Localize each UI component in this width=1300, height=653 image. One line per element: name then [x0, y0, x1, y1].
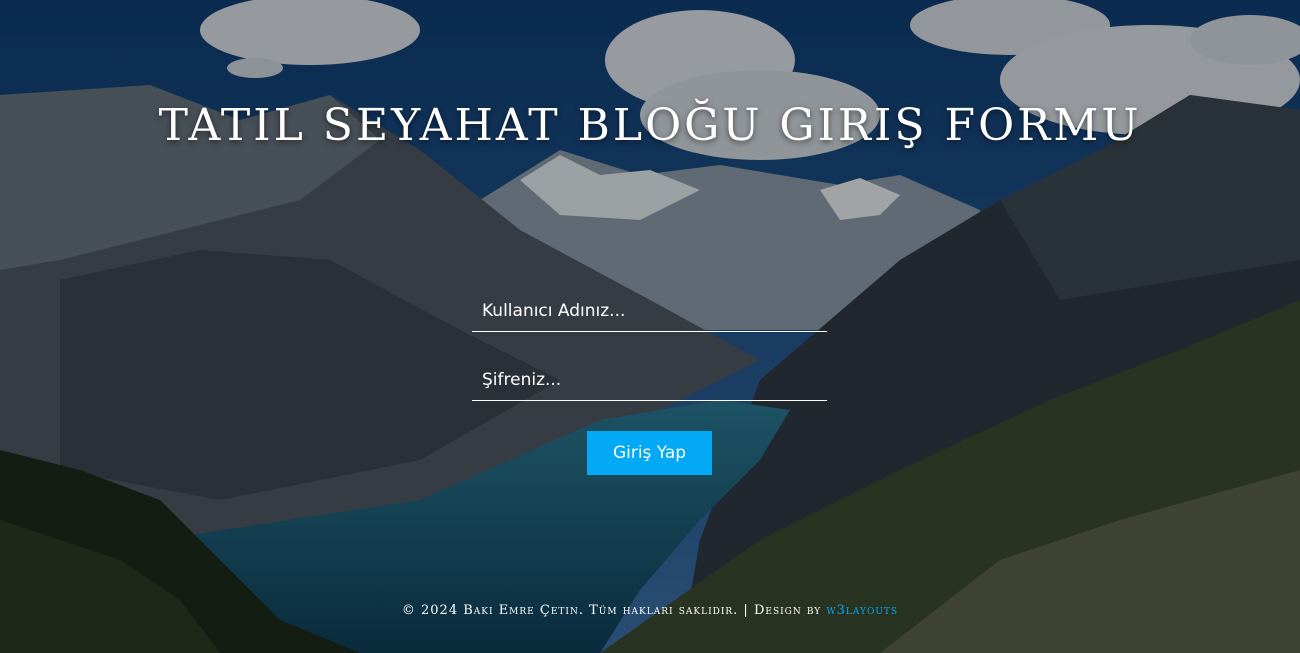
username-input[interactable]: [472, 290, 827, 332]
footer: © 2024 Bakı Emre Çetin. Tüm hakları sakl…: [0, 603, 1300, 618]
password-input[interactable]: [472, 359, 827, 401]
footer-copyright: © 2024 Bakı Emre Çetin. Tüm hakları sakl…: [401, 603, 827, 618]
footer-credit-link[interactable]: w3layouts: [826, 603, 898, 618]
page-title: TATIL SEYAHAT BLOĞU GIRIŞ FORMU: [158, 100, 1142, 151]
login-form: Giriş Yap: [472, 290, 827, 475]
login-button[interactable]: Giriş Yap: [587, 431, 712, 475]
